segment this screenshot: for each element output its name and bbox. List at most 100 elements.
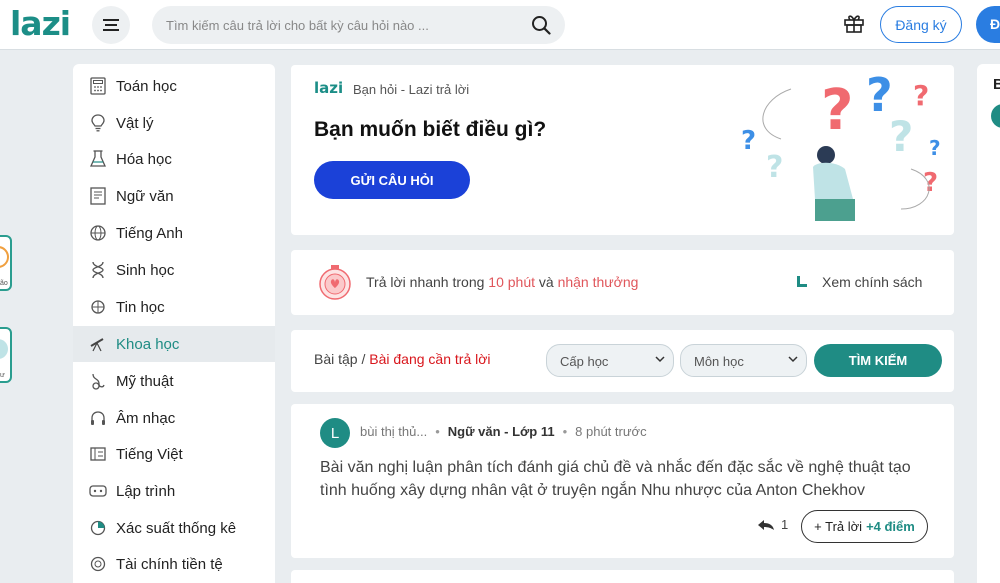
sidebar-item-am-nhac[interactable]: Âm nhạc — [73, 400, 275, 436]
author-name[interactable]: bùi thị thủ... — [360, 424, 427, 439]
gift-icon[interactable] — [843, 12, 865, 34]
promo-time: 10 phút — [488, 274, 535, 290]
sidebar-item-ngu-van[interactable]: Ngữ văn — [73, 178, 275, 214]
sidebar-item-label: Tiếng Việt — [116, 445, 183, 463]
answer-points: +4 điểm — [866, 519, 915, 534]
promo-mid: và — [535, 274, 558, 290]
quick-answer-banner: Trả lời nhanh trong 10 phút và nhận thưở… — [291, 250, 954, 315]
question-subject[interactable]: Ngữ văn - Lớp 11 — [448, 424, 555, 439]
sidebar-item-vat-ly[interactable]: Vật lý — [73, 105, 275, 141]
svg-text:?: ? — [821, 78, 853, 143]
sidebar-item-label: Lập trình — [116, 482, 176, 500]
right-panel: B — [977, 64, 1000, 583]
next-question-card[interactable] — [291, 570, 954, 583]
svg-text:?: ? — [741, 126, 756, 156]
top-header: lazi Đăng ký Đ — [0, 0, 1000, 50]
chevron-down-icon — [788, 356, 798, 363]
pointer-icon — [797, 276, 807, 287]
palette-icon — [89, 372, 107, 390]
answer-button[interactable]: + Trả lời +4 điểm — [801, 510, 928, 543]
svg-text:?: ? — [913, 79, 929, 112]
answer-label: + Trả lời — [814, 519, 863, 534]
code-icon — [89, 482, 107, 500]
edge-widget-bottom[interactable]: ư — [0, 327, 12, 383]
svg-text:?: ? — [923, 168, 938, 198]
tagline: Bạn hỏi - Lazi trả lời — [353, 82, 470, 97]
edge-label-top: ão — [0, 280, 8, 287]
sidebar-item-tieng-viet[interactable]: Tiếng Việt — [73, 436, 275, 472]
svg-text:?: ? — [766, 150, 783, 185]
right-panel-heading: B — [993, 76, 1000, 93]
promo-prefix: Trả lời nhanh trong — [366, 274, 489, 290]
separator-dot: • — [435, 424, 440, 439]
sidebar-item-label: Tin học — [116, 298, 165, 316]
policy-link[interactable]: Xem chính sách — [794, 274, 922, 290]
sidebar-item-label: Mỹ thuật — [116, 372, 174, 390]
sidebar-item-khoa-hoc[interactable]: Khoa học — [73, 326, 275, 362]
sidebar-item-label: Âm nhạc — [116, 409, 176, 427]
sidebar-item-toan-hoc[interactable]: Toán học — [73, 68, 275, 104]
subject-select-value: Môn học — [694, 354, 744, 369]
chevron-down-icon — [655, 356, 665, 363]
headphones-icon — [89, 409, 107, 427]
stopwatch-icon — [319, 265, 351, 300]
svg-text:?: ? — [889, 112, 913, 161]
circle-icon — [0, 246, 9, 268]
reply-icon — [758, 519, 774, 530]
text-icon — [89, 445, 107, 463]
breadcrumb: Bài tập / Bài đang cần trả lời — [314, 351, 491, 367]
money-icon — [89, 555, 107, 573]
search-bar — [152, 6, 565, 44]
question-time: 8 phút trước — [575, 424, 647, 439]
sidebar-item-xac-suat[interactable]: Xác suất thống kê — [73, 510, 275, 546]
sidebar-item-label: Tài chính tiền tệ — [116, 555, 223, 573]
subject-select[interactable]: Môn học — [680, 344, 807, 377]
level-select[interactable]: Cấp học — [546, 344, 674, 377]
right-panel-avatar[interactable] — [991, 104, 1000, 128]
sidebar-item-hoa-hoc[interactable]: Hóa học — [73, 141, 275, 177]
question-text[interactable]: Bài văn nghị luận phân tích đánh giá chủ… — [320, 456, 940, 502]
sidebar-item-lap-trinh[interactable]: Lập trình — [73, 473, 275, 509]
sidebar-item-tin-hoc[interactable]: Tin học — [73, 289, 275, 325]
sidebar-item-label: Khoa học — [116, 335, 180, 353]
ask-question-card: lazi Bạn hỏi - Lazi trả lời Bạn muốn biế… — [291, 65, 954, 235]
sidebar-item-label: Toán học — [116, 77, 177, 95]
promo-text: Trả lời nhanh trong 10 phút và nhận thưở… — [366, 274, 638, 290]
search-icon[interactable] — [531, 15, 551, 35]
separator-dot: • — [562, 424, 568, 439]
telescope-icon — [89, 335, 107, 353]
send-question-button[interactable]: GỬI CÂU HỎI — [314, 161, 470, 199]
hamburger-icon — [103, 19, 119, 31]
search-input[interactable] — [166, 6, 526, 44]
reply-count-value: 1 — [781, 517, 789, 532]
edge-label-bottom: ư — [0, 372, 5, 379]
mini-logo: lazi — [314, 79, 344, 97]
avatar[interactable]: L — [320, 418, 350, 448]
level-select-value: Cấp học — [560, 354, 609, 369]
calculator-icon — [89, 77, 107, 95]
search-button[interactable]: TÌM KIẾM — [814, 344, 942, 377]
flask-icon — [89, 150, 107, 168]
question-card[interactable]: L bùi thị thủ... • Ngữ văn - Lớp 11 • 8 … — [291, 404, 954, 558]
sidebar-item-sinh-hoc[interactable]: Sinh học — [73, 252, 275, 288]
register-button[interactable]: Đăng ký — [880, 6, 962, 43]
login-button[interactable]: Đ — [976, 6, 1000, 43]
chip-icon — [89, 298, 107, 316]
lazi-logo[interactable]: lazi — [10, 4, 71, 43]
sidebar-item-tieng-anh[interactable]: Tiếng Anh — [73, 215, 275, 251]
sidebar-item-label: Hóa học — [116, 150, 172, 168]
question-illustration-icon: ? ? ? ? ? ? ? ? — [741, 69, 941, 221]
chart-icon — [89, 519, 107, 537]
edge-widget-top[interactable]: ão — [0, 235, 12, 291]
sidebar-item-my-thuat[interactable]: Mỹ thuật — [73, 363, 275, 399]
avatar-icon — [0, 339, 8, 359]
policy-label: Xem chính sách — [822, 274, 923, 290]
sidebar-item-label: Tiếng Anh — [116, 224, 183, 242]
reply-count: 1 — [757, 517, 788, 532]
sidebar-item-tai-chinh[interactable]: Tài chính tiền tệ — [73, 546, 275, 582]
filter-bar: Bài tập / Bài đang cần trả lời Cấp học M… — [291, 330, 954, 392]
breadcrumb-root[interactable]: Bài tập / — [314, 351, 369, 367]
question-meta: bùi thị thủ... • Ngữ văn - Lớp 11 • 8 ph… — [360, 424, 647, 439]
menu-button[interactable] — [92, 6, 130, 44]
promo-reward: nhận thưởng — [557, 274, 639, 290]
